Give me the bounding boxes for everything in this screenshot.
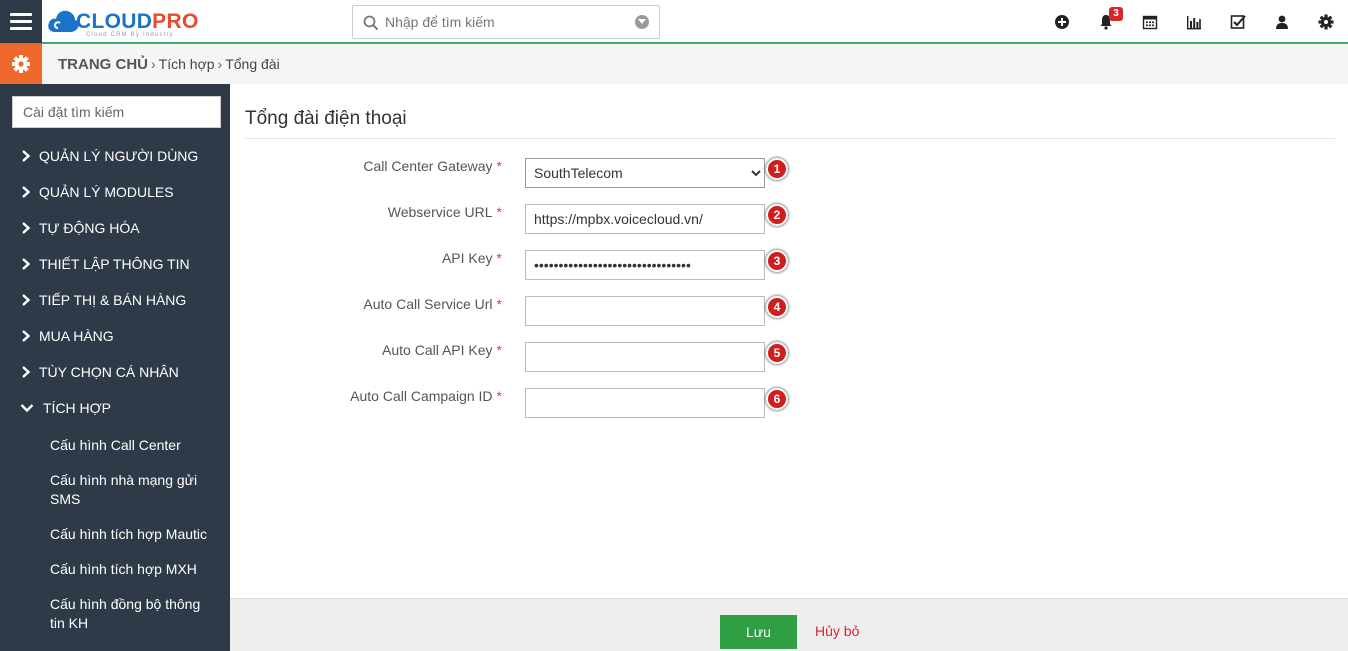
main-content: Tổng đài điện thoại Call Center Gateway *… (230, 84, 1348, 598)
title-divider (245, 138, 1335, 139)
notification-count-badge: 3 (1109, 7, 1123, 21)
reports-button[interactable] (1172, 0, 1216, 44)
sidebar-item-label: THIẾT LẬP THÔNG TIN (39, 256, 190, 272)
sidebar-item-company-info[interactable]: THIẾT LẬP THÔNG TIN (0, 246, 230, 282)
brand-name: CLOUDPRO (76, 10, 199, 33)
step-badge: 6 (766, 388, 788, 410)
chevron-right-icon (22, 150, 31, 162)
chevron-down-icon (20, 404, 34, 413)
sidebar-item-integration[interactable]: TÍCH HỢP (0, 390, 230, 426)
top-toolbar: 3 (1040, 0, 1348, 44)
submenu-item-mautic[interactable]: Cấu hình tích hợp Mautic (0, 517, 230, 552)
form-row-auto-call-api-key: Auto Call API Key * 5 (230, 342, 1348, 376)
sidebar-item-purchasing[interactable]: MUA HÀNG (0, 318, 230, 354)
sidebar-item-automation[interactable]: TỰ ĐỘNG HÓA (0, 210, 230, 246)
breadcrumb-separator-icon: › (151, 56, 156, 72)
settings-menu: QUẢN LÝ NGƯỜI DÙNG QUẢN LÝ MODULES TỰ ĐỘ… (0, 138, 230, 641)
chevron-right-icon (22, 366, 31, 378)
auto-call-campaign-id-input[interactable] (525, 388, 765, 418)
sidebar-item-label: TỰ ĐỘNG HÓA (39, 220, 140, 236)
cancel-link[interactable]: Hủy bỏ (815, 623, 859, 639)
step-badge: 5 (766, 342, 788, 364)
step-badge: 2 (766, 204, 788, 226)
field-label: Webservice URL * (387, 204, 502, 220)
sidebar-item-label: QUẢN LÝ MODULES (39, 184, 174, 200)
bar-chart-icon (1187, 16, 1201, 30)
auto-call-service-url-input[interactable] (525, 296, 765, 326)
api-key-input[interactable] (525, 250, 765, 280)
step-badge: 3 (766, 250, 788, 272)
page-title: Tổng đài điện thoại (245, 108, 407, 129)
settings-section-icon[interactable] (0, 44, 42, 84)
sidebar-item-label: TÙY CHỌN CÁ NHÂN (39, 364, 179, 380)
breadcrumb-bar: TRANG CHỦ › Tích hợp › Tổng đài (0, 44, 1348, 84)
cloudpro-logo[interactable]: CLOUDPRO Cloud CRM By Industry (46, 4, 206, 40)
submenu-item-customer-sync[interactable]: Cấu hình đồng bộ thông tin KH (0, 587, 230, 641)
form-footer: Lưu Hủy bỏ (230, 598, 1348, 651)
settings-sidebar: QUẢN LÝ NGƯỜI DÙNG QUẢN LÝ MODULES TỰ ĐỘ… (0, 84, 230, 651)
settings-search-box (12, 96, 221, 128)
submenu-item-sms-provider[interactable]: Cấu hình nhà mạng gửi SMS (0, 463, 230, 517)
calendar-icon (1142, 15, 1158, 30)
field-label: Auto Call Service Url * (363, 296, 502, 312)
sidebar-item-personal-preferences[interactable]: TÙY CHỌN CÁ NHÂN (0, 354, 230, 390)
step-badge: 4 (766, 296, 788, 318)
notifications-button[interactable]: 3 (1084, 0, 1128, 44)
chevron-right-icon (22, 222, 31, 234)
gear-icon (1318, 14, 1334, 30)
breadcrumb-separator-icon: › (217, 56, 223, 72)
form-row-auto-call-campaign-id: Auto Call Campaign ID * 6 (230, 388, 1348, 422)
search-dropdown-icon[interactable] (635, 15, 649, 29)
search-icon (363, 15, 379, 31)
settings-button[interactable] (1304, 0, 1348, 44)
webservice-url-input[interactable] (525, 204, 765, 234)
breadcrumb-current: Tổng đài (225, 56, 280, 72)
search-input[interactable] (385, 12, 625, 32)
submenu-item-social-network[interactable]: Cấu hình tích hợp MXH (0, 552, 230, 587)
sidebar-item-label: TIẾP THỊ & BÁN HÀNG (39, 292, 187, 308)
sidebar-item-user-management[interactable]: QUẢN LÝ NGƯỜI DÙNG (0, 138, 230, 174)
form-row-api-key: API Key* 3 (230, 250, 1348, 284)
sidebar-item-label: MUA HÀNG (39, 328, 114, 344)
global-search (352, 5, 660, 39)
field-label: API Key * (441, 250, 502, 266)
hamburger-menu-icon[interactable] (0, 0, 42, 43)
field-label: Call Center Gateway * (363, 158, 502, 174)
top-bar: CLOUDPRO Cloud CRM By Industry 3 (0, 0, 1348, 44)
tasks-button[interactable] (1216, 0, 1260, 44)
field-label: Auto Call API Key * (382, 342, 502, 358)
form-row-gateway: Call Center Gateway * SouthTelecom 1 (230, 158, 1348, 192)
cloud-logo-icon (48, 10, 79, 32)
quick-create-button[interactable] (1040, 0, 1084, 44)
field-label: Auto Call Campaign ID * (350, 388, 502, 404)
breadcrumb-integration-link[interactable]: Tích hợp (159, 56, 215, 72)
brand-tagline: Cloud CRM By Industry (86, 32, 174, 38)
form-row-auto-call-service-url: Auto Call Service Url * 4 (230, 296, 1348, 330)
gear-icon (12, 55, 30, 73)
breadcrumb: TRANG CHỦ › Tích hợp › Tổng đài (58, 56, 280, 73)
save-button[interactable]: Lưu (720, 615, 797, 649)
breadcrumb-home-link[interactable]: TRANG CHỦ (58, 56, 148, 73)
auto-call-api-key-input[interactable] (525, 342, 765, 372)
chevron-right-icon (22, 294, 31, 306)
settings-search-input[interactable] (13, 97, 220, 127)
sidebar-item-label: QUẢN LÝ NGƯỜI DÙNG (39, 148, 199, 164)
form-row-webservice-url: Webservice URL* 2 (230, 204, 1348, 238)
sidebar-item-modules[interactable]: QUẢN LÝ MODULES (0, 174, 230, 210)
calendar-button[interactable] (1128, 0, 1172, 44)
call-center-gateway-select[interactable]: SouthTelecom (525, 158, 765, 188)
sidebar-item-marketing-sales[interactable]: TIẾP THỊ & BÁN HÀNG (0, 282, 230, 318)
submenu-item-call-center[interactable]: Cấu hình Call Center (0, 428, 230, 463)
step-badge: 1 (766, 158, 788, 180)
plus-circle-icon (1055, 15, 1069, 29)
integration-submenu: Cấu hình Call Center Cấu hình nhà mạng g… (0, 426, 230, 641)
sidebar-item-label: TÍCH HỢP (43, 400, 112, 416)
user-profile-button[interactable] (1260, 0, 1304, 44)
chevron-right-icon (22, 186, 31, 198)
checkbox-icon (1230, 15, 1246, 29)
chevron-right-icon (22, 330, 31, 342)
chevron-right-icon (22, 258, 31, 270)
user-icon (1276, 15, 1288, 29)
